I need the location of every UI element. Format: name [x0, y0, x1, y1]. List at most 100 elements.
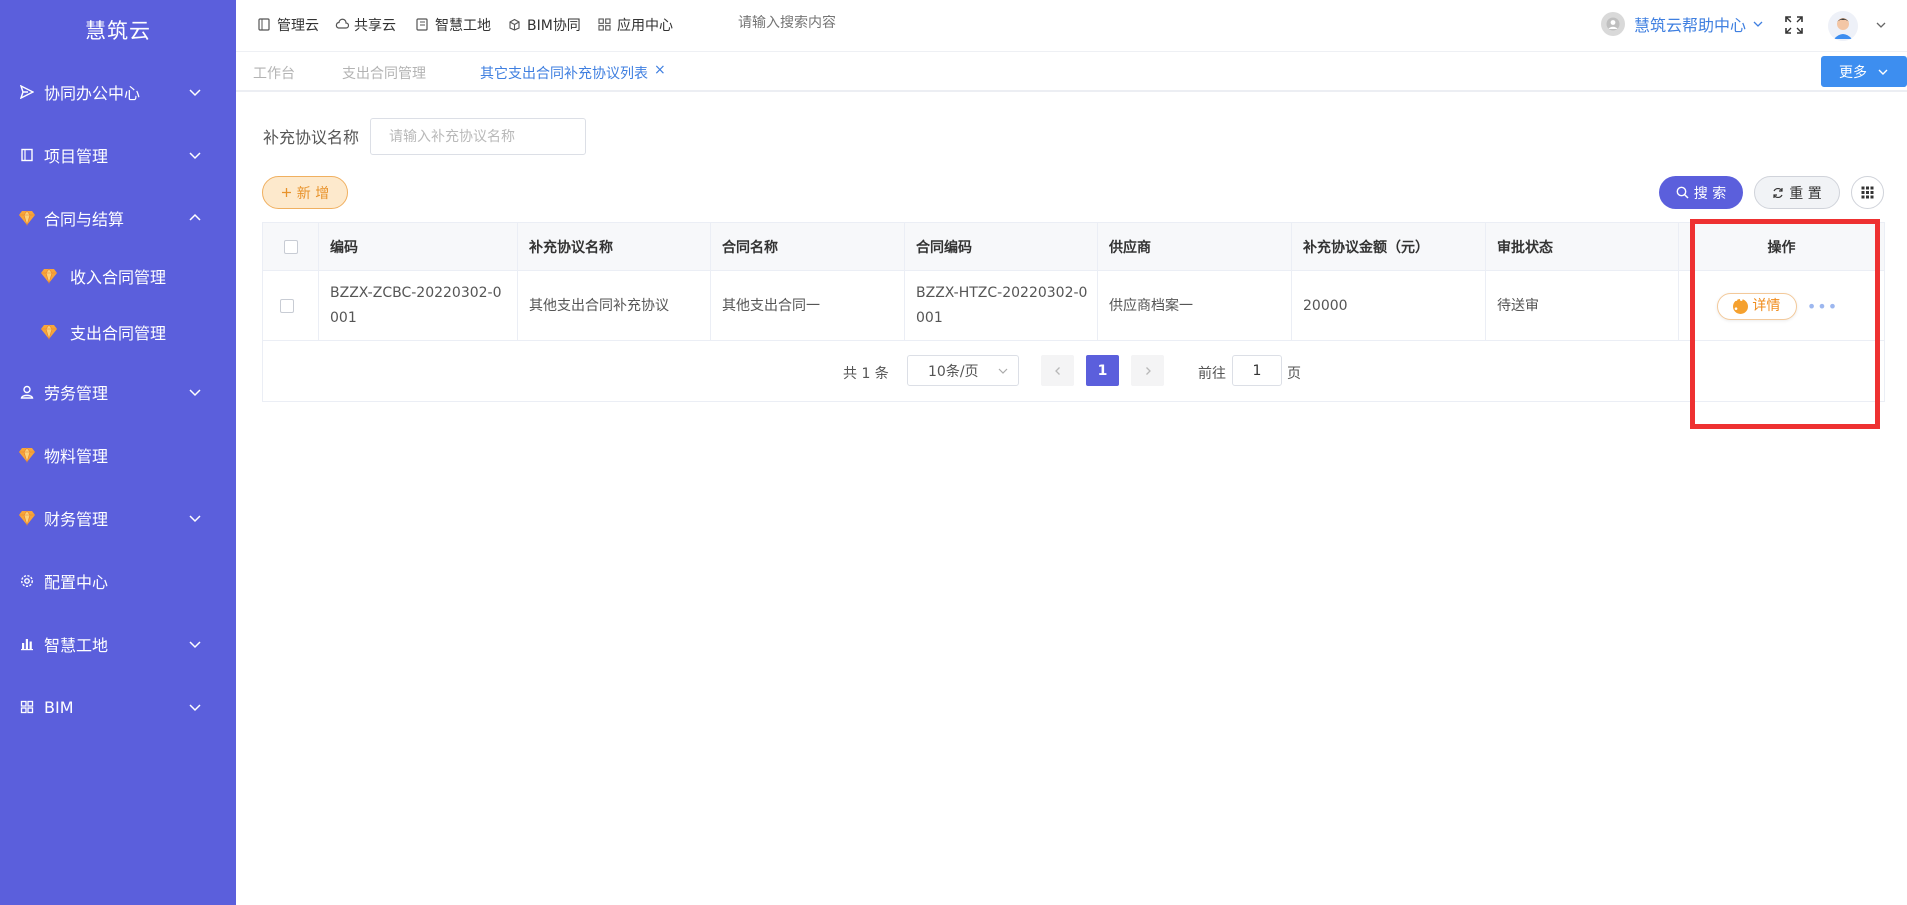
row-checkbox-cell: [263, 271, 319, 341]
search-label: 搜 索: [1693, 185, 1727, 202]
grid-icon: [1861, 186, 1874, 199]
tab-expense-contract[interactable]: 支出合同管理: [342, 63, 426, 83]
sidebar-item-project[interactable]: 项目管理: [0, 135, 236, 175]
sidebar-item-config[interactable]: 配置中心: [0, 561, 236, 601]
tabs-bar: 工作台 支出合同管理 其它支出合同补充协议列表 × 更多: [236, 52, 1907, 92]
topnav-label: 共享云: [354, 18, 396, 34]
sidebar-item-label: 支出合同管理: [70, 324, 167, 343]
select-all-checkbox[interactable]: [283, 240, 298, 254]
sidebar-item-finance[interactable]: 财务管理: [0, 498, 236, 538]
page-size-select[interactable]: 10条/页: [907, 355, 1019, 386]
help-badge-icon: [1601, 12, 1625, 36]
sidebar-item-income-contract[interactable]: 收入合同管理: [0, 256, 236, 296]
topnav-app-center[interactable]: 应用中心: [598, 0, 673, 50]
notebook-icon: [416, 18, 430, 32]
reset-button[interactable]: 重 置: [1754, 176, 1840, 209]
tab-close-icon[interactable]: ×: [654, 62, 666, 78]
sidebar-item-labor[interactable]: 劳务管理: [0, 372, 236, 412]
supplement-name-input[interactable]: [370, 118, 586, 155]
gem-icon: [18, 209, 36, 227]
top-bar: 管理云 共享云 智慧工地 BIM协同 应用中心 慧筑云帮助中心: [236, 0, 1907, 52]
add-label: 新 增: [296, 185, 330, 202]
app-root: 慧筑云 协同办公中心 项目管理 合同与结算 收入合同管理 支出合同管理 劳务管理…: [0, 0, 1907, 905]
bar-chart-icon: [18, 635, 36, 653]
gem-icon: [40, 267, 58, 285]
column-header-amount: 补充协议金额（元）: [1292, 223, 1486, 271]
next-page-button[interactable]: [1131, 355, 1164, 386]
table-row: BZZX-ZCBC-20220302-0001 其他支出合同补充协议 其他支出合…: [263, 271, 1884, 341]
document-icon: [258, 18, 272, 32]
row-checkbox[interactable]: [279, 299, 294, 313]
topnav-bim-collab[interactable]: BIM协同: [508, 0, 581, 50]
gem-icon: [40, 323, 58, 341]
fullscreen-icon[interactable]: [1784, 15, 1804, 35]
chevron-down-icon: [189, 641, 201, 649]
chevron-down-icon: [1878, 69, 1888, 75]
topnav-management-cloud[interactable]: 管理云: [258, 0, 319, 50]
column-header-status: 审批状态: [1486, 223, 1679, 271]
supplement-table: 编码 补充协议名称 合同名称 合同编码 供应商 补充协议金额（元） 审批状态 操…: [262, 222, 1885, 402]
sidebar-item-label: 财务管理: [44, 510, 109, 529]
page-suffix: 页: [1287, 366, 1301, 382]
goto-label: 前往: [1198, 366, 1226, 382]
chevron-down-icon[interactable]: [1874, 18, 1888, 32]
chevron-down-icon: [189, 389, 201, 397]
global-search-input[interactable]: [738, 15, 938, 31]
add-button[interactable]: 新 增: [262, 176, 348, 209]
topnav-label: 应用中心: [617, 18, 673, 34]
cell-supplier: 供应商档案一: [1098, 271, 1292, 341]
column-header-supplement-name: 补充协议名称: [518, 223, 711, 271]
sidebar-item-label: 收入合同管理: [70, 268, 167, 287]
more-label: 更多: [1839, 64, 1867, 81]
app-logo: 慧筑云: [85, 19, 151, 43]
sidebar-item-expense-contract[interactable]: 支出合同管理: [0, 312, 236, 352]
detail-button[interactable]: ••• 详情: [1716, 292, 1797, 320]
pagination-total: 共 1 条: [843, 366, 889, 382]
gear-icon: [18, 572, 36, 590]
sidebar-item-contract-settlement[interactable]: 合同与结算: [0, 198, 236, 238]
send-icon: [18, 83, 36, 101]
topnav-label: BIM协同: [527, 18, 581, 34]
header-checkbox-cell: [263, 223, 319, 271]
more-actions-icon[interactable]: •••: [1807, 294, 1838, 319]
reset-label: 重 置: [1789, 185, 1822, 202]
cell-code: BZZX-ZCBC-20220302-0001: [319, 271, 518, 341]
help-center-label: 慧筑云帮助中心: [1634, 16, 1747, 35]
sidebar-item-label: 协同办公中心: [44, 84, 141, 103]
goto-page-input[interactable]: [1232, 355, 1282, 386]
sidebar-item-label: 物料管理: [44, 447, 109, 466]
cell-amount: 20000: [1292, 271, 1486, 341]
help-center-dropdown[interactable]: 慧筑云帮助中心: [1601, 12, 1764, 36]
more-circle-icon: •••: [1733, 297, 1749, 315]
topnav-shared-cloud[interactable]: 共享云: [335, 0, 396, 50]
chevron-up-icon: [189, 213, 201, 221]
sidebar-item-label: 合同与结算: [44, 210, 125, 229]
page-number-current[interactable]: 1: [1086, 355, 1119, 386]
user-avatar[interactable]: [1828, 11, 1858, 41]
chevron-down-icon: [189, 89, 201, 97]
column-header-code: 编码: [319, 223, 518, 271]
sidebar-item-label: 项目管理: [44, 147, 109, 166]
sidebar-item-label: BIM: [44, 697, 74, 717]
sidebar-item-smart-site[interactable]: 智慧工地: [0, 624, 236, 664]
sidebar-item-label: 配置中心: [44, 573, 109, 592]
chevron-down-icon: [189, 515, 201, 523]
user-icon: [18, 383, 36, 401]
cell-contract-name: 其他支出合同一: [711, 271, 905, 341]
sidebar-item-collab-office[interactable]: 协同办公中心: [0, 72, 236, 112]
sidebar-item-materials[interactable]: 物料管理: [0, 435, 236, 475]
column-settings-button[interactable]: [1851, 176, 1884, 209]
refresh-icon: [1772, 187, 1784, 199]
prev-page-button[interactable]: [1041, 355, 1074, 386]
table-header: 编码 补充协议名称 合同名称 合同编码 供应商 补充协议金额（元） 审批状态 操…: [263, 223, 1884, 271]
tab-workbench[interactable]: 工作台: [253, 63, 295, 83]
more-tabs-button[interactable]: 更多: [1821, 56, 1907, 87]
tab-supplement-agreement-list[interactable]: 其它支出合同补充协议列表: [480, 63, 648, 83]
topnav-smart-site[interactable]: 智慧工地: [416, 0, 491, 50]
sidebar-item-bim[interactable]: BIM: [0, 687, 236, 727]
sidebar-item-label: 劳务管理: [44, 384, 109, 403]
search-button[interactable]: 搜 索: [1659, 176, 1743, 209]
topnav-label: 智慧工地: [435, 18, 491, 34]
column-header-contract-code: 合同编码: [905, 223, 1098, 271]
box-icon: [508, 18, 522, 32]
